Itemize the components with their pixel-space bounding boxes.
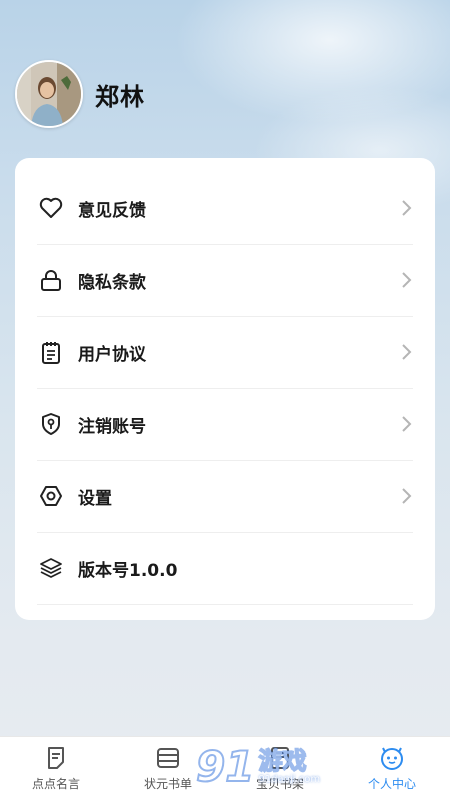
version-label: 版本号1.0.0: [78, 560, 178, 581]
menu-card: 意见反馈 隐私条款 用户协议 注销账号 设置 版本号1.0.0: [15, 158, 435, 620]
chevron-right-icon: [399, 198, 413, 218]
chevron-right-icon: [399, 486, 413, 506]
menu-item-version: 版本号1.0.0: [37, 532, 413, 605]
tab-label: 点点名言: [31, 777, 80, 791]
tab-book-list[interactable]: 状元书单: [112, 737, 224, 801]
shield-icon: [37, 410, 65, 438]
face-icon: [379, 745, 405, 771]
username: 郑林: [95, 82, 145, 111]
profile-header[interactable]: 郑林: [15, 60, 145, 128]
book-list-icon: [155, 745, 181, 771]
tab-profile[interactable]: 个人中心: [336, 737, 448, 801]
hexagon-settings-icon: [37, 482, 65, 510]
tab-label: 宝贝书架: [255, 777, 304, 791]
bookshelf-icon: [267, 745, 293, 771]
menu-item-privacy[interactable]: 隐私条款: [37, 244, 413, 317]
tab-label: 状元书单: [143, 777, 192, 791]
menu-item-label: 意见反馈: [78, 200, 146, 221]
bottom-tab-bar: 点点名言 状元书单 宝贝书架 个人中心: [0, 736, 450, 801]
menu-item-label: 隐私条款: [78, 272, 146, 293]
tab-quotes[interactable]: 点点名言: [0, 737, 112, 801]
layers-icon: [37, 554, 65, 582]
chevron-right-icon: [399, 414, 413, 434]
avatar[interactable]: [15, 60, 83, 128]
menu-item-settings[interactable]: 设置: [37, 460, 413, 533]
menu-item-feedback[interactable]: 意见反馈: [37, 172, 413, 245]
menu-item-agreement[interactable]: 用户协议: [37, 316, 413, 389]
chevron-right-icon: [399, 342, 413, 362]
heart-icon: [37, 194, 65, 222]
menu-item-label: 注销账号: [78, 416, 146, 437]
menu-item-label: 设置: [78, 488, 112, 509]
chevron-right-icon: [399, 270, 413, 290]
tab-bookshelf[interactable]: 宝贝书架: [224, 737, 336, 801]
notepad-icon: [37, 338, 65, 366]
menu-item-delete-account[interactable]: 注销账号: [37, 388, 413, 461]
note-icon: [43, 745, 69, 771]
tab-label: 个人中心: [367, 777, 416, 791]
menu-item-label: 用户协议: [78, 344, 146, 365]
lock-icon: [37, 266, 65, 294]
